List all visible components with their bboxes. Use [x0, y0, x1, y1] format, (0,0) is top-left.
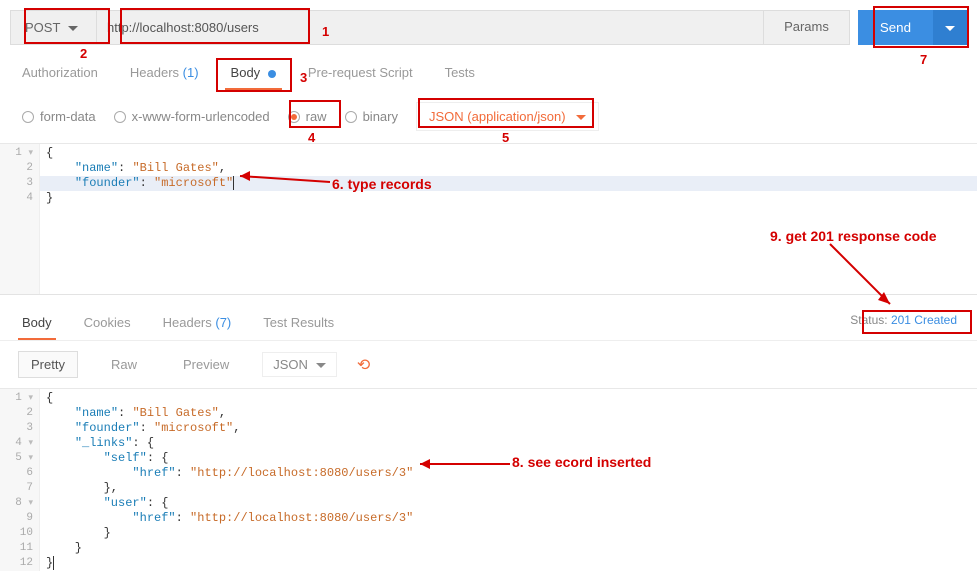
tab-body[interactable]: Body [229, 59, 278, 90]
content-type-select[interactable]: JSON (application/json) [416, 102, 599, 131]
body-type-row: form-data x-www-form-urlencoded raw bina… [0, 90, 977, 143]
response-view-bar: Pretty Raw Preview JSON ⟲ [0, 341, 977, 388]
tab-headers-label: Headers [130, 65, 179, 80]
view-raw[interactable]: Raw [98, 351, 150, 378]
editor-gutter: 1 ▾ 2 3 4 [0, 144, 40, 294]
radio-icon [345, 111, 357, 123]
view-pretty[interactable]: Pretty [18, 351, 78, 378]
tab-body-label: Body [231, 65, 261, 80]
send-button[interactable]: Send [858, 10, 933, 45]
editor-code[interactable]: { "name": "Bill Gates", "founder": "micr… [0, 389, 977, 571]
chevron-down-icon [945, 20, 955, 35]
tab-tests[interactable]: Tests [443, 59, 477, 90]
content-type-label: JSON (application/json) [429, 109, 566, 124]
editor-gutter: 1 ▾ 2 3 4 ▾ 5 ▾ 6 7 8 ▾ 9 10 11 12 [0, 389, 40, 571]
tab-prerequest[interactable]: Pre-request Script [306, 59, 415, 90]
radio-label: raw [306, 109, 327, 124]
app-root: { "request": { "method": "POST", "url": … [0, 0, 977, 571]
editor-code[interactable]: { "name": "Bill Gates", "founder": "micr… [0, 144, 977, 294]
radio-icon [114, 111, 126, 123]
radio-urlencoded[interactable]: x-www-form-urlencoded [114, 109, 270, 124]
send-dropdown-button[interactable] [933, 10, 967, 45]
radio-icon [288, 111, 300, 123]
format-label: JSON [273, 357, 308, 372]
tab-resp-body[interactable]: Body [20, 309, 54, 340]
request-tabs: Authorization Headers (1) Body Pre-reque… [0, 45, 977, 90]
chevron-down-icon [316, 357, 326, 372]
tab-resp-cookies[interactable]: Cookies [82, 309, 133, 340]
tab-resp-headers-count: (7) [215, 315, 231, 330]
tab-resp-headers[interactable]: Headers (7) [161, 309, 234, 340]
send-label: Send [880, 20, 911, 35]
tab-resp-headers-label: Headers [163, 315, 212, 330]
tab-headers[interactable]: Headers (1) [128, 59, 201, 90]
method-value: POST [25, 20, 60, 35]
radio-formdata[interactable]: form-data [22, 109, 96, 124]
radio-label: form-data [40, 109, 96, 124]
radio-binary[interactable]: binary [345, 109, 398, 124]
method-selector[interactable]: POST [10, 10, 96, 45]
request-bar: POST Params Send [0, 0, 977, 45]
response-tabs: Body Cookies Headers (7) Test Results St… [0, 295, 977, 341]
tab-headers-count: (1) [183, 65, 199, 80]
chevron-down-icon [576, 109, 586, 124]
radio-label: binary [363, 109, 398, 124]
response-body-editor[interactable]: 1 ▾ 2 3 4 ▾ 5 ▾ 6 7 8 ▾ 9 10 11 12 { "na… [0, 388, 977, 571]
request-body-editor[interactable]: 1 ▾ 2 3 4 { "name": "Bill Gates", "found… [0, 143, 977, 294]
status-label: Status: [850, 313, 887, 327]
radio-label: x-www-form-urlencoded [132, 109, 270, 124]
radio-raw[interactable]: raw [288, 109, 327, 124]
tab-authorization[interactable]: Authorization [20, 59, 100, 90]
view-preview[interactable]: Preview [170, 351, 242, 378]
url-input[interactable] [96, 10, 764, 45]
status-value: 201 Created [891, 313, 957, 327]
format-select[interactable]: JSON [262, 352, 337, 377]
params-button[interactable]: Params [764, 10, 850, 45]
unsaved-dot-icon [268, 70, 276, 78]
wrap-lines-icon[interactable]: ⟲ [357, 355, 370, 375]
tab-resp-testresults[interactable]: Test Results [261, 309, 336, 340]
radio-icon [22, 111, 34, 123]
status-block: Status: 201 Created [850, 313, 957, 337]
chevron-down-icon [68, 20, 78, 35]
